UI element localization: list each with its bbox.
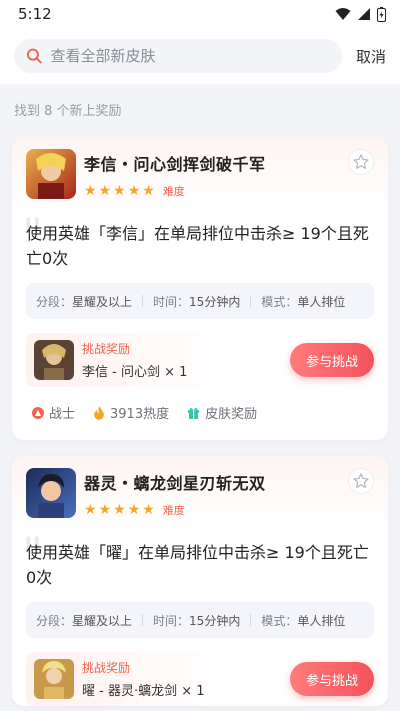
reward-label: 挑战奖励 [82, 661, 131, 675]
gift-icon [188, 407, 200, 419]
reward-type-tag: 皮肤奖励 [187, 403, 257, 422]
signal-icon [358, 8, 370, 20]
mode-value: 单人排位 [297, 294, 346, 309]
search-box[interactable] [14, 39, 342, 73]
star-icon: ★ [127, 502, 141, 518]
reward-thumbnail [34, 340, 74, 380]
divider [142, 295, 144, 307]
reward-item: 曜 - 器灵·螭龙剑 × 1 [82, 684, 205, 699]
favorite-button[interactable] [348, 468, 374, 494]
search-input[interactable] [50, 47, 330, 65]
heat-text: 3913热度 [110, 407, 170, 422]
difficulty-label: 难度 [162, 504, 185, 517]
join-challenge-button[interactable]: 参与挑战 [290, 662, 374, 696]
role-tag: ▲ 战士 [32, 403, 75, 422]
mode-label: 模式： [261, 294, 298, 309]
cancel-button[interactable]: 取消 [356, 46, 386, 67]
time-label: 时间： [153, 613, 190, 628]
rank-value: 星耀及以上 [72, 613, 133, 628]
star-outline-icon [353, 154, 369, 169]
join-challenge-button[interactable]: 参与挑战 [290, 343, 374, 377]
challenge-description: 使用英雄「曜」在单局排位中击杀≥ 19个且死亡0次 [26, 543, 369, 587]
card-tags: ▲ 战士 3913热度 皮肤奖励 [12, 387, 388, 440]
hero-avatar [26, 468, 76, 518]
battery-icon [377, 6, 386, 22]
reward-thumbnail [34, 659, 74, 699]
status-bar: 5:12 [0, 0, 400, 28]
status-icons [335, 6, 386, 22]
rank-value: 星耀及以上 [72, 294, 133, 309]
reward-type-text: 皮肤奖励 [205, 407, 258, 422]
reward-item: 李信 - 问心剑 × 1 [82, 365, 188, 380]
heat-tag: 3913热度 [93, 403, 169, 422]
card-header: 器灵・螭龙剑星刃斩无双 ★ ★ ★ ★ ★ 难度 [12, 456, 388, 528]
star-icon: ★ [113, 502, 126, 518]
skin-title: 器灵・螭龙剑星刃斩无双 [84, 474, 266, 493]
divider [250, 614, 252, 626]
star-icon: ★ [113, 183, 126, 199]
star-outline-icon [353, 473, 369, 488]
star-icon: ★ [127, 183, 141, 199]
challenge-card[interactable]: 李信・问心剑挥剑破千军 ★ ★ ★ ★ ★ 难度 " 使用英雄「李信」在单局排位… [12, 137, 388, 440]
star-icon: ★ [84, 502, 97, 518]
warrior-icon: ▲ [32, 406, 44, 419]
skin-title: 李信・问心剑挥剑破千军 [84, 155, 266, 174]
challenge-card[interactable]: 器灵・螭龙剑星刃斩无双 ★ ★ ★ ★ ★ 难度 " 使用英雄「曜」在单局排位中… [12, 456, 388, 706]
search-header: 取消 [0, 28, 400, 84]
reward-row: 挑战奖励 曜 - 器灵·螭龙剑 × 1 参与挑战 [26, 652, 374, 706]
star-icon: ★ [84, 183, 97, 199]
card-header: 李信・问心剑挥剑破千军 ★ ★ ★ ★ ★ 难度 [12, 137, 388, 209]
hero-avatar [26, 149, 76, 199]
flame-icon [94, 405, 104, 420]
star-icon: ★ [98, 502, 112, 518]
star-icon: ★ [98, 183, 112, 199]
difficulty-rating: ★ ★ ★ ★ ★ 难度 [84, 183, 266, 199]
mode-label: 模式： [261, 613, 298, 628]
rank-label: 分段： [36, 294, 73, 309]
reward-label: 挑战奖励 [82, 342, 131, 356]
challenge-conditions: 分段： 星耀及以上 时间： 15分钟内 模式： 单人排位 [26, 283, 374, 319]
challenge-description: 使用英雄「李信」在单局排位中击杀≥ 19个且死亡0次 [26, 224, 369, 268]
result-count: 找到 8 个新上奖励 [14, 104, 122, 119]
challenge-conditions: 分段： 星耀及以上 时间： 15分钟内 模式： 单人排位 [26, 602, 374, 638]
time-value: 15分钟内 [189, 613, 241, 628]
wifi-icon [335, 8, 351, 20]
star-icon: ★ [142, 183, 155, 199]
role-text: 战士 [49, 407, 76, 422]
divider [250, 295, 252, 307]
difficulty-label: 难度 [162, 185, 185, 198]
mode-value: 单人排位 [297, 613, 346, 628]
divider [142, 614, 144, 626]
time-label: 时间： [153, 294, 190, 309]
rank-label: 分段： [36, 613, 73, 628]
status-time: 5:12 [18, 5, 52, 23]
time-value: 15分钟内 [189, 294, 241, 309]
star-icon: ★ [142, 502, 155, 518]
favorite-button[interactable] [348, 149, 374, 175]
reward-row: 挑战奖励 李信 - 问心剑 × 1 参与挑战 [26, 333, 374, 387]
difficulty-rating: ★ ★ ★ ★ ★ 难度 [84, 502, 266, 518]
search-icon [26, 48, 42, 64]
